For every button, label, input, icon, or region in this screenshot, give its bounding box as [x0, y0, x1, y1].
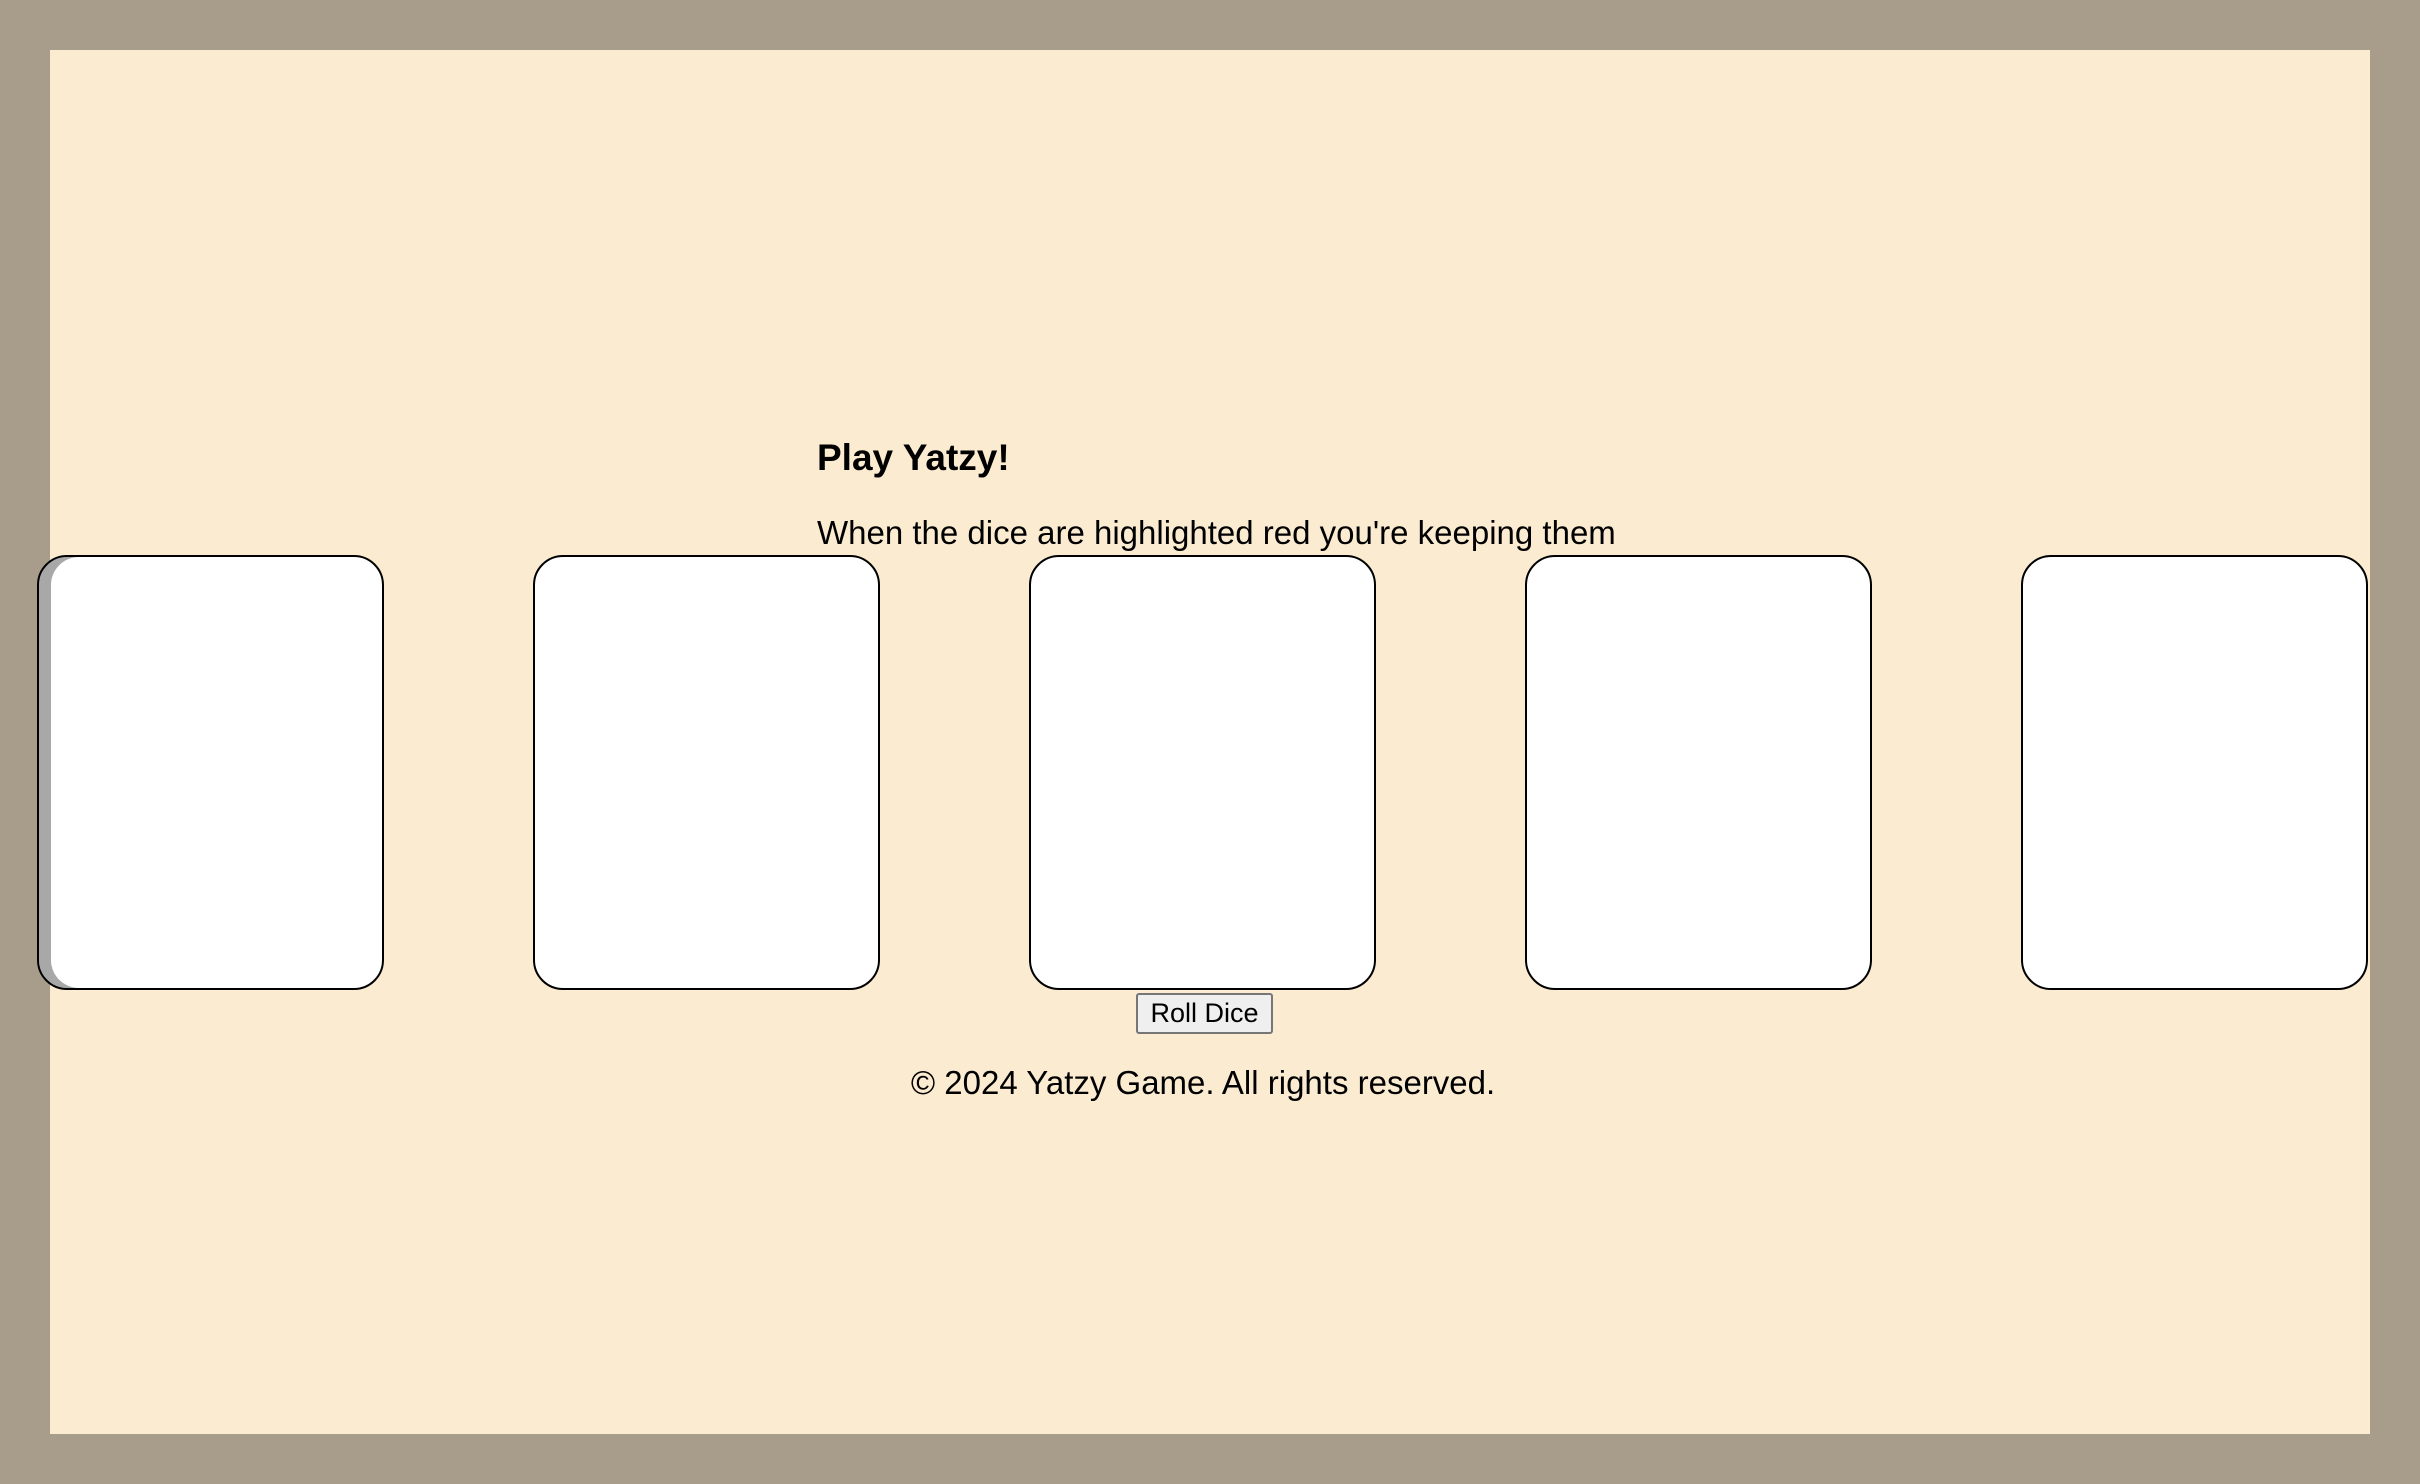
die-2[interactable]	[533, 555, 880, 990]
instruction-text: When the dice are highlighted red you're…	[817, 514, 1616, 551]
die-1[interactable]	[37, 555, 384, 990]
die-3[interactable]	[1029, 555, 1376, 990]
footer-copyright: © 2024 Yatzy Game. All rights reserved.	[910, 1064, 1496, 1101]
roll-dice-button[interactable]: Roll Dice	[1136, 993, 1273, 1034]
page-title: Play Yatzy!	[817, 437, 1010, 478]
die-4[interactable]	[1525, 555, 1872, 990]
die-5[interactable]	[2021, 555, 2368, 990]
